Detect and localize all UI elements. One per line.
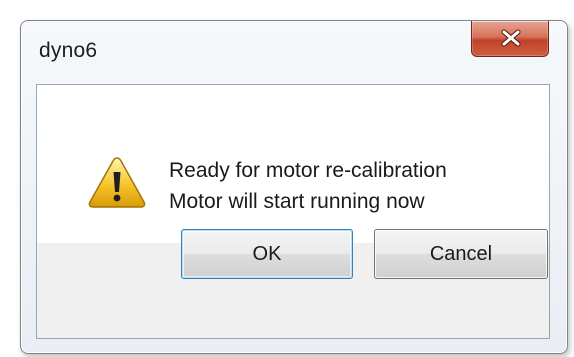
message-line-2: Motor will start running now	[169, 190, 425, 213]
cancel-button[interactable]: Cancel	[374, 229, 548, 279]
title-bar[interactable]: dyno6	[21, 21, 567, 77]
ok-button[interactable]: OK	[181, 229, 353, 279]
dialog-message: Ready for motor re-calibration Motor wil…	[169, 155, 447, 217]
dialog-client-area: Ready for motor re-calibration Motor wil…	[36, 84, 550, 339]
message-panel: Ready for motor re-calibration Motor wil…	[37, 85, 549, 243]
screen: dyno6 Ready for motor re-calibration Mot…	[0, 0, 574, 357]
message-dialog-window: dyno6 Ready for motor re-calibration Mot…	[20, 20, 568, 354]
warning-icon	[88, 157, 146, 208]
close-icon	[501, 29, 521, 47]
close-button[interactable]	[471, 21, 549, 57]
window-title: dyno6	[39, 39, 98, 62]
message-line-1: Ready for motor re-calibration	[169, 159, 447, 182]
